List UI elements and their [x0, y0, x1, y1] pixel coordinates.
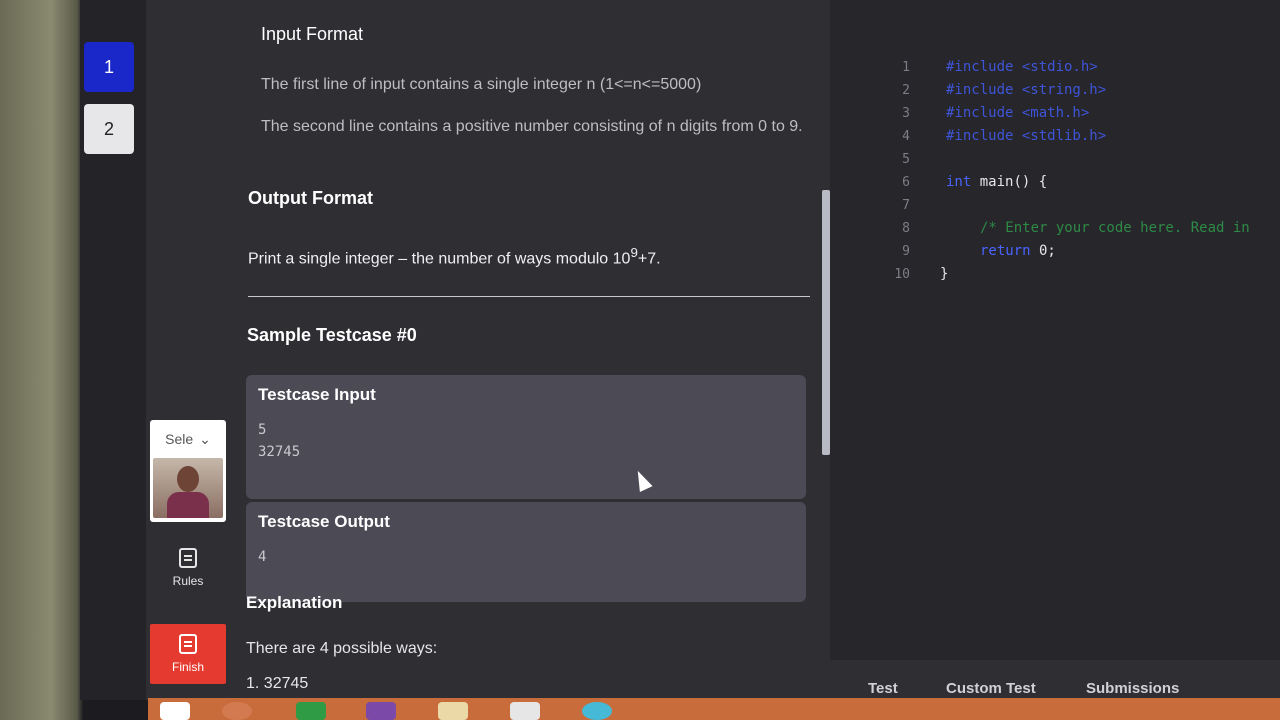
- camera-select-label: Sele: [165, 431, 194, 447]
- question-2-button[interactable]: 2: [84, 104, 134, 154]
- output-text-suffix: +7.: [637, 250, 661, 268]
- explanation-heading: Explanation: [246, 593, 343, 612]
- testcase-input-card: Testcase Input 5 32745: [246, 375, 806, 499]
- file-explorer-icon[interactable]: [438, 702, 468, 720]
- code-return-keyword: return: [980, 243, 1031, 259]
- line-number: 10: [894, 267, 910, 282]
- code-close-brace: }: [940, 266, 949, 282]
- custom-test-tab[interactable]: Custom Test: [946, 680, 1036, 697]
- code-main-rest: main() {: [971, 174, 1048, 190]
- output-text-exponent: 9: [630, 245, 638, 260]
- clipboard-icon: [179, 548, 197, 568]
- output-text-prefix: Print a single integer – the number of w…: [248, 250, 631, 268]
- line-number: 4: [902, 129, 910, 144]
- input-format-heading: Input Format: [261, 24, 364, 44]
- testcase-output-label: Testcase Output: [258, 512, 390, 531]
- testcase-input-line-1: 5: [258, 422, 267, 438]
- panel-scrollbar[interactable]: [822, 190, 830, 455]
- rules-label: Rules: [172, 574, 204, 588]
- exit-icon: [179, 634, 197, 654]
- code-include-3: #include <math.h>: [946, 105, 1090, 121]
- browser-icon[interactable]: [510, 702, 540, 720]
- test-tab[interactable]: Test: [868, 680, 898, 697]
- code-include-2: #include <string.h>: [946, 82, 1107, 98]
- output-format-heading: Output Format: [248, 188, 373, 208]
- output-text: Print a single integer – the number of w…: [248, 242, 808, 270]
- rules-button[interactable]: Rules: [150, 548, 226, 588]
- testcase-output-card: Testcase Output 4: [246, 502, 806, 602]
- code-return-rest: 0;: [1030, 243, 1056, 259]
- line-number: 5: [902, 152, 910, 167]
- line-number: 1: [902, 60, 910, 75]
- input-line-2: The second line contains a positive numb…: [261, 118, 803, 135]
- code-return: return 0;: [980, 243, 1056, 259]
- question-1-button[interactable]: 1: [84, 42, 134, 92]
- code-include-1: #include <stdio.h>: [946, 59, 1098, 75]
- sample-testcase-heading: Sample Testcase #0: [247, 325, 417, 345]
- input-line-1: The first line of input contains a singl…: [261, 76, 702, 93]
- explanation-item-1: 1. 32745: [246, 675, 309, 692]
- code-main-signature: int main() {: [946, 174, 1047, 190]
- finish-button[interactable]: Finish: [150, 624, 226, 684]
- code-include-4: #include <stdlib.h>: [946, 128, 1107, 144]
- submissions-tab[interactable]: Submissions: [1086, 680, 1179, 697]
- app-icon[interactable]: [582, 702, 612, 720]
- webcam-feed: [153, 458, 223, 518]
- code-editor[interactable]: [830, 0, 1280, 660]
- testcase-input-label: Testcase Input: [258, 385, 376, 404]
- code-comment: /* Enter your code here. Read in: [980, 220, 1250, 236]
- line-number: 9: [902, 244, 910, 259]
- line-number: 2: [902, 83, 910, 98]
- testcase-output-value: 4: [258, 549, 267, 565]
- hp-icon[interactable]: [222, 702, 252, 720]
- code-main-keyword: int: [946, 174, 972, 190]
- line-number: 7: [902, 198, 910, 213]
- finish-label: Finish: [171, 660, 204, 674]
- section-divider: [248, 296, 810, 297]
- testcase-input-line-2: 32745: [258, 444, 301, 460]
- explanation-text: There are 4 possible ways:: [246, 640, 438, 657]
- problem-panel: Input Format The first line of input con…: [230, 0, 830, 720]
- windows-start-icon[interactable]: [160, 702, 190, 720]
- line-number: 6: [902, 175, 910, 190]
- camera-select[interactable]: Sele ⌄: [150, 420, 226, 458]
- visual-studio-icon[interactable]: [366, 702, 396, 720]
- store-icon[interactable]: [296, 702, 326, 720]
- chevron-down-icon: ⌄: [199, 430, 211, 447]
- line-number: 8: [902, 221, 910, 236]
- line-number: 3: [902, 106, 910, 121]
- webcam-widget: Sele ⌄: [150, 420, 226, 522]
